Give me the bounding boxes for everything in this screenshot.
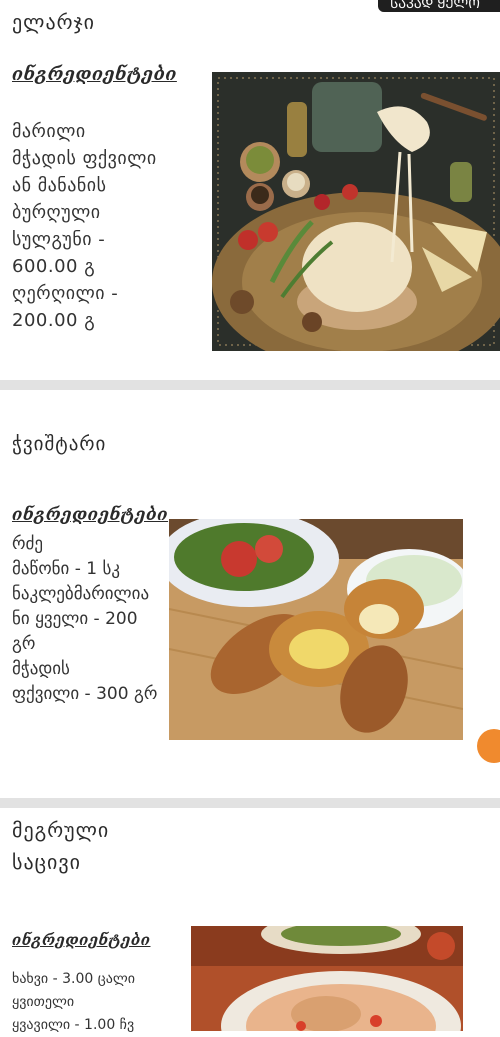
ingredient-item: მჭადის — [12, 659, 70, 679]
ingredients-heading: ინგრედიენტები — [12, 931, 151, 949]
ingredients-list: მარილი მჭადის ფქვილი ან მანანის ბურღული … — [12, 118, 157, 334]
recipe-title-line: ჭვიშტარი — [12, 433, 107, 455]
chvishtari-photo-image — [169, 519, 463, 740]
ingredients-heading: ინგრედიენტები — [12, 64, 177, 85]
ingredient-item: ყვავილი - 1.00 ჩვ — [12, 1017, 135, 1033]
satsivi-photo — [191, 926, 463, 1031]
ingredient-item: ხახვი - 3.00 ცალი — [12, 971, 135, 987]
ingredient-item: ან მანანის — [12, 175, 107, 196]
ingredients-list: რძე მაწონი - 1 სკ ნაკლებმარილია ნი ყველი… — [12, 532, 170, 707]
ingredient-item: 600.00 გ — [12, 256, 96, 277]
ingredient-item: ფქვილი - 300 გრ — [12, 684, 158, 704]
recipe-title-line: საცივი — [12, 850, 81, 874]
chvishtari-photo — [169, 519, 463, 740]
recipe-title-line: ელარჯი — [12, 10, 95, 34]
ingredient-item: მაწონი - 1 სკ — [12, 559, 121, 579]
ingredient-item: 200.00 გ — [12, 310, 96, 331]
satsivi-photo-image — [191, 926, 463, 1031]
ingredients-heading: ინგრედიენტები — [12, 505, 169, 525]
section-divider — [0, 380, 500, 390]
ingredient-item: ნაკლებმარილია — [12, 584, 150, 604]
ingredient-item: ღერღილი - — [12, 283, 119, 304]
ingredients-list: ხახვი - 3.00 ცალი ყვითელი ყვავილი - 1.00… — [12, 968, 135, 1037]
ingredient-item: სულგუნი - — [12, 229, 106, 250]
recipe-title: ჭვიშტარი — [12, 428, 106, 460]
top-action-label: ᲡᲐᲙᲐᲓ ᲧᲔᲚᲝ — [390, 0, 480, 12]
recipe-title: ელარჯი — [12, 6, 95, 38]
elarji-photo-image — [212, 72, 500, 351]
floating-action-button[interactable] — [477, 729, 500, 763]
recipe-title: მეგრული საცივი — [12, 814, 109, 878]
section-divider — [0, 798, 500, 808]
top-action-pill[interactable]: ᲡᲐᲙᲐᲓ ᲧᲔᲚᲝ — [378, 0, 500, 12]
ingredient-item: მჭადის ფქვილი — [12, 148, 157, 169]
ingredient-item: მარილი — [12, 121, 86, 142]
ingredient-item: ბურღული — [12, 202, 101, 223]
ingredient-item: ნი ყველი - 200 — [12, 609, 138, 629]
ingredient-item: ყვითელი — [12, 994, 75, 1010]
ingredient-item: რძე — [12, 534, 44, 554]
recipe-title-line: მეგრული — [12, 818, 110, 842]
ingredient-item: გრ — [12, 634, 36, 654]
elarji-photo — [212, 72, 500, 351]
